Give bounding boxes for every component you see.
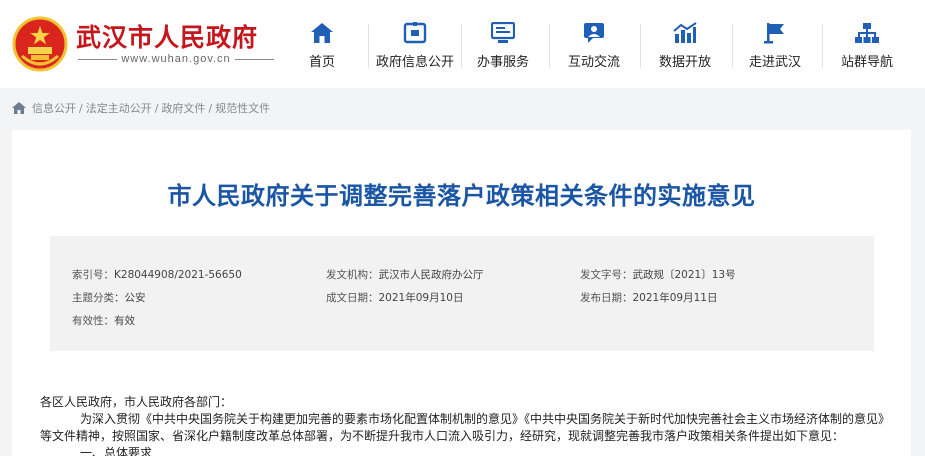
interaction-icon <box>584 23 604 43</box>
nav-item-service[interactable]: 办事服务 <box>457 0 549 88</box>
meta-issue-date: 成文日期：2021年09月10日 <box>326 292 464 304</box>
document-metadata: 索引号：K28044908/2021-56650 发文机构：武汉市人民政府办公厅… <box>50 236 874 351</box>
salutation: 各区人民政府，市人民政府各部门： <box>40 395 233 409</box>
site-url: www.wuhan.gov.cn <box>78 52 275 66</box>
home-icon <box>311 23 333 43</box>
breadcrumb-link[interactable]: 政府文件 <box>161 100 205 116</box>
breadcrumb: 信息公开 / 法定主动公开 / 政府文件 / 规范性文件 <box>12 100 270 116</box>
gov-info-icon <box>403 22 427 44</box>
paragraph: 等文件精神，按照国家、省深化户籍制度改革总体部署，为不断提升我市人口流入吸引力，… <box>40 429 845 443</box>
service-icon <box>491 22 515 43</box>
nav-label: 数据开放 <box>658 55 711 70</box>
meta-index: 索引号：K28044908/2021-56650 <box>72 269 242 281</box>
breadcrumb-link[interactable]: 规范性文件 <box>215 100 270 116</box>
meta-doc-number: 发文字号：武政规〔2021〕13号 <box>580 269 736 281</box>
paragraph: 为深入贯彻《中共中央国务院关于构建更加完善的要素市场化配置体制机制的意见》《中共… <box>80 412 891 426</box>
nav-label: 首页 <box>308 55 335 70</box>
nav-label: 政府信息公开 <box>375 55 454 70</box>
nav-label: 站群导航 <box>840 55 893 70</box>
nav-item-gov-info[interactable]: 政府信息公开 <box>369 0 461 88</box>
flag-icon <box>764 23 784 44</box>
data-chart-icon <box>673 22 697 43</box>
nav-label: 办事服务 <box>476 55 529 70</box>
content-panel: 市人民政府关于调整完善落户政策相关条件的实施意见 索引号：K28044908/2… <box>12 130 911 456</box>
nav-item-interaction[interactable]: 互动交流 <box>548 0 640 88</box>
meta-category: 主题分类：公安 <box>72 292 146 304</box>
meta-issuer: 发文机构：武汉市人民政府办公厅 <box>326 269 484 281</box>
breadcrumb-link[interactable]: 信息公开 <box>32 100 76 116</box>
document-title: 市人民政府关于调整完善落户政策相关条件的实施意见 <box>167 182 756 210</box>
sitemap-icon <box>855 23 879 43</box>
nav-item-open-data[interactable]: 数据开放 <box>639 0 731 88</box>
breadcrumb-link[interactable]: 法定主动公开 <box>86 100 152 116</box>
nav-label: 互动交流 <box>567 55 620 70</box>
site-header: 武汉市人民政府 www.wuhan.gov.cn 首页 政府信息公开 办事服务 … <box>0 0 925 88</box>
national-emblem-icon <box>12 16 68 72</box>
document-body: 各区人民政府，市人民政府各部门： 为深入贯彻《中共中央国务院关于构建更加完善的要… <box>40 394 900 456</box>
breadcrumb-home-icon[interactable] <box>12 102 26 114</box>
nav-item-about-wuhan[interactable]: 走进武汉 <box>729 0 821 88</box>
meta-publish-date: 发布日期：2021年09月11日 <box>580 292 718 304</box>
site-title[interactable]: 武汉市人民政府 <box>76 18 258 54</box>
nav-label: 走进武汉 <box>748 55 801 70</box>
section-heading: 一、总体要求 <box>80 446 153 456</box>
nav-item-sitemap[interactable]: 站群导航 <box>821 0 913 88</box>
site-url-text: www.wuhan.gov.cn <box>121 53 231 65</box>
nav-item-home[interactable]: 首页 <box>276 0 368 88</box>
meta-validity: 有效性：有效 <box>72 315 135 327</box>
